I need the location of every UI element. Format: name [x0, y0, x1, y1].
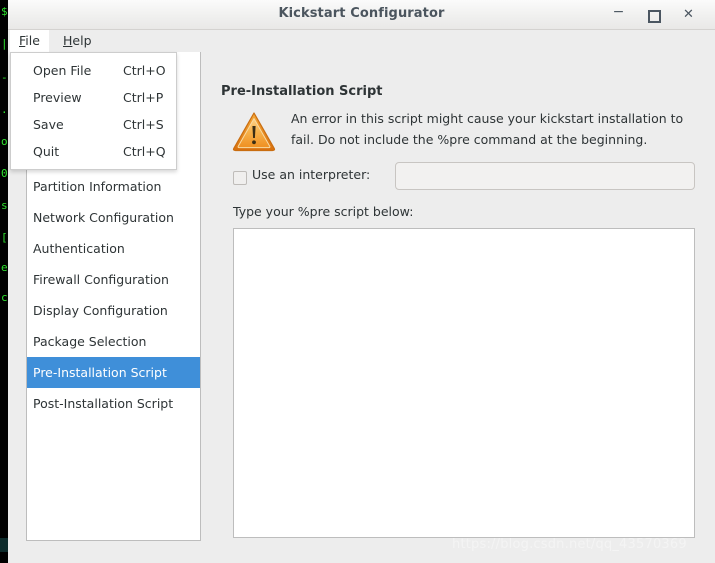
close-button[interactable]: ✕: [680, 6, 697, 23]
titlebar: Kickstart Configurator − ✕: [8, 0, 715, 30]
menu-file-label: ile: [25, 33, 40, 48]
menubar: File Help: [8, 30, 715, 53]
sidebar-item-package-selection[interactable]: Package Selection: [27, 326, 200, 357]
terminal-text-line: -: [1, 71, 8, 84]
menu-item-accelerator: Ctrl+Q: [123, 144, 166, 159]
interpreter-row: Use an interpreter:: [233, 162, 701, 192]
warning-triangle-icon: [231, 110, 277, 152]
menu-help[interactable]: Help: [54, 30, 101, 52]
minimize-button[interactable]: −: [610, 4, 627, 23]
maximize-button[interactable]: [646, 6, 663, 23]
sidebar-item-post-installation-script[interactable]: Post-Installation Script: [27, 388, 200, 419]
file-dropdown-menu[interactable]: Open File Ctrl+O Preview Ctrl+P Save Ctr…: [10, 52, 177, 170]
pre-script-textarea[interactable]: [233, 228, 695, 538]
terminal-text-line: c: [1, 291, 8, 304]
maximize-icon: [648, 10, 661, 23]
menu-item-accelerator: Ctrl+S: [123, 117, 164, 132]
warning-message-text: An error in this script might cause your…: [291, 111, 684, 147]
menu-item-label: Open File: [33, 63, 92, 78]
kickstart-configurator-window: Kickstart Configurator − ✕ File Help Par…: [8, 0, 715, 563]
terminal-text-line: e: [1, 261, 8, 274]
menu-item-accelerator: Ctrl+O: [123, 63, 166, 78]
menu-help-label: elp: [72, 33, 92, 48]
minimize-icon: −: [612, 4, 625, 20]
interpreter-input[interactable]: [395, 162, 695, 190]
script-textarea-label: Type your %pre script below:: [233, 204, 414, 219]
menu-file[interactable]: File: [10, 30, 49, 52]
menu-item-label: Save: [33, 117, 64, 132]
sidebar-item-network-configuration[interactable]: Network Configuration: [27, 202, 200, 233]
terminal-text-line: .: [1, 103, 8, 116]
sidebar-item-display-configuration[interactable]: Display Configuration: [27, 295, 200, 326]
main-panel: Pre-Installation Script An error in this…: [221, 52, 701, 563]
use-interpreter-checkbox[interactable]: [233, 171, 247, 185]
use-interpreter-label: Use an interpreter:: [252, 167, 371, 182]
terminal-text-line: o: [1, 135, 8, 148]
menu-help-mnemonic: H: [63, 33, 73, 48]
terminal-text-line: s: [1, 199, 8, 212]
close-icon: ✕: [683, 7, 694, 22]
menu-item-accelerator: Ctrl+P: [123, 90, 164, 105]
menu-item-label: Quit: [33, 144, 60, 159]
window-title: Kickstart Configurator: [278, 6, 445, 21]
menu-item-preview[interactable]: Preview Ctrl+P: [11, 84, 176, 111]
terminal-text-line: $: [1, 5, 8, 18]
page-title: Pre-Installation Script: [221, 84, 383, 99]
menu-item-quit[interactable]: Quit Ctrl+Q: [11, 138, 176, 165]
sidebar-item-pre-installation-script[interactable]: Pre-Installation Script: [27, 357, 200, 388]
menu-item-save[interactable]: Save Ctrl+S: [11, 111, 176, 138]
menu-item-label: Preview: [33, 90, 82, 105]
sidebar-item-firewall-configuration[interactable]: Firewall Configuration: [27, 264, 200, 295]
sidebar-item-partition-information[interactable]: Partition Information: [27, 171, 200, 202]
menu-item-open-file[interactable]: Open File Ctrl+O: [11, 57, 176, 84]
terminal-text-line: [: [1, 231, 8, 244]
sidebar-item-authentication[interactable]: Authentication: [27, 233, 200, 264]
terminal-text-line: |: [1, 37, 8, 50]
terminal-text-line: 0: [1, 167, 8, 180]
